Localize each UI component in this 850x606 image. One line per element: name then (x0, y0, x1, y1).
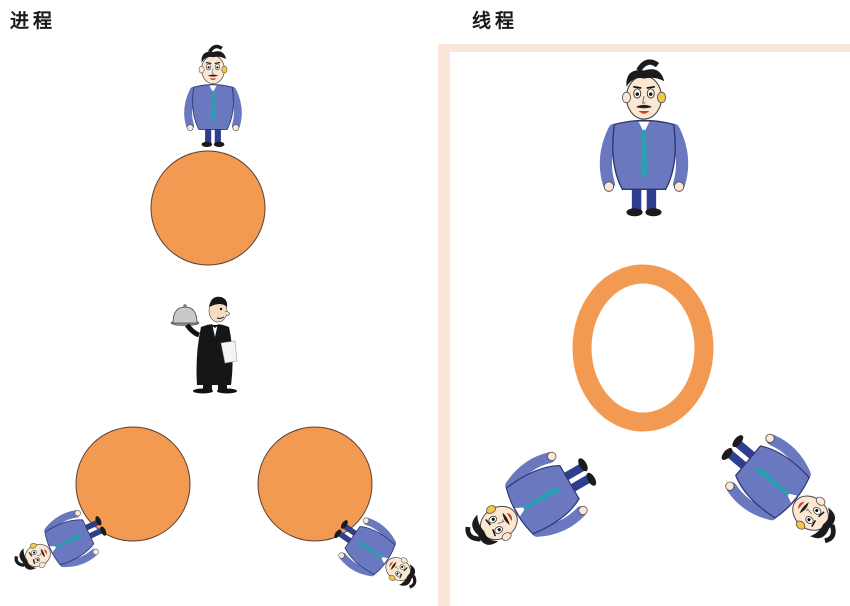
shared-resource-ring (572, 264, 714, 432)
waiter-icon (170, 296, 238, 394)
person-icon (604, 62, 684, 216)
resource-circle-right (257, 426, 373, 542)
person-icon (187, 47, 239, 148)
person-icon (454, 440, 608, 570)
resource-circle-top (150, 150, 266, 266)
diagram-canvas (0, 0, 850, 606)
person-icon (707, 418, 850, 560)
